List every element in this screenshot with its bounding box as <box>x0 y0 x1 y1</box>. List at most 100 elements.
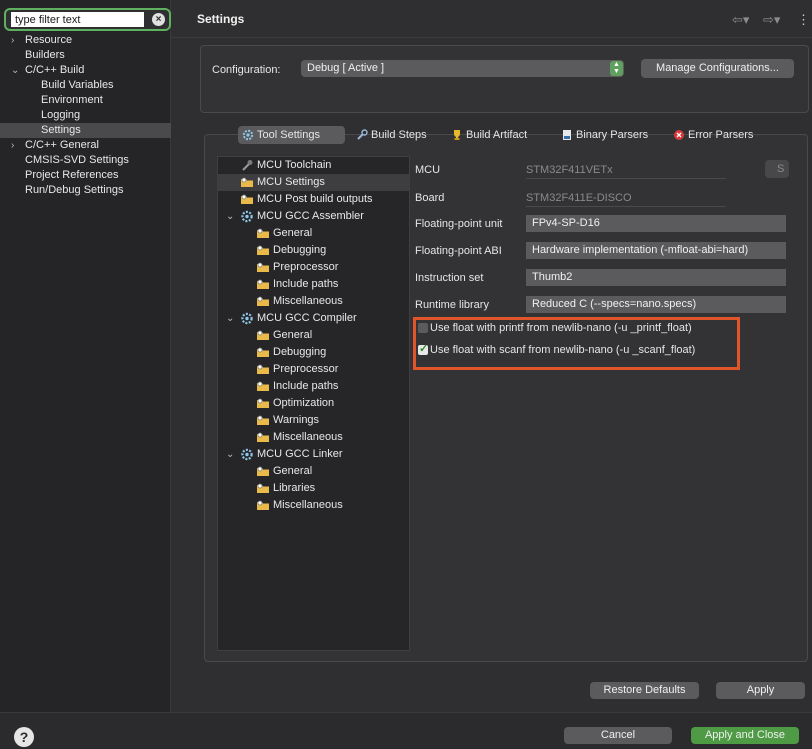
kebab-menu-icon[interactable]: ⋮ <box>797 12 810 28</box>
tree-item-debugging[interactable]: Debugging <box>218 344 409 361</box>
nav-item-label: C/C++ General <box>25 139 99 151</box>
tree-item-mcu-gcc-assembler[interactable]: ⌄ MCU GCC Assembler <box>218 208 409 225</box>
tree-item-label: Include paths <box>273 278 339 290</box>
tree-item-label: Optimization <box>273 397 335 409</box>
tree-item-label: Debugging <box>273 346 327 358</box>
tree-item-mcu-settings[interactable]: MCU Settings <box>218 174 409 191</box>
nav-item-project-references[interactable]: Project References <box>0 168 171 183</box>
printf-float-checkbox[interactable] <box>418 323 428 333</box>
tree-item-miscellaneous[interactable]: Miscellaneous <box>218 497 409 514</box>
manage-configurations-button[interactable]: Manage Configurations... <box>641 59 794 78</box>
nav-item-logging[interactable]: Logging <box>0 108 171 123</box>
scanf-float-label: Use float with scanf from newlib-nano (-… <box>430 344 696 356</box>
tree-item-mcu-toolchain[interactable]: MCU Toolchain <box>218 157 409 174</box>
folder-icon <box>257 262 269 272</box>
nav-item-label: Logging <box>41 109 81 121</box>
apply-button[interactable]: Apply <box>716 682 805 699</box>
nav-item-label: Builders <box>25 49 65 61</box>
tree-item-include-paths[interactable]: Include paths <box>218 276 409 293</box>
runtime-library-label: Runtime library <box>415 299 489 311</box>
fpu-select[interactable]: FPv4-SP-D16 <box>526 215 786 232</box>
filter-field: × <box>4 8 171 31</box>
chevron-right-icon[interactable]: › <box>11 33 21 48</box>
folder-icon <box>257 381 269 391</box>
tree-item-miscellaneous[interactable]: Miscellaneous <box>218 293 409 310</box>
tab-error-parsers[interactable]: Error Parsers <box>669 126 753 144</box>
tree-item-include-paths[interactable]: Include paths <box>218 378 409 395</box>
tree-item-general[interactable]: General <box>218 463 409 480</box>
nav-item-environment[interactable]: Environment <box>0 93 171 108</box>
nav-tree: › Resource Builders ⌄ C/C++ Build Build … <box>0 33 171 198</box>
error-icon <box>674 130 684 140</box>
binary-file-icon <box>563 130 571 140</box>
apply-and-close-button[interactable]: Apply and Close <box>691 727 799 744</box>
chevron-down-icon[interactable]: ⌄ <box>226 208 234 225</box>
mcu-select-button[interactable]: S <box>765 160 789 178</box>
restore-defaults-button[interactable]: Restore Defaults <box>590 682 699 699</box>
chevron-down-icon[interactable]: ⌄ <box>226 310 234 327</box>
instruction-set-select[interactable]: Thumb2 <box>526 269 786 286</box>
tab-label: Build Steps <box>371 129 427 141</box>
nav-item-run-debug-settings[interactable]: Run/Debug Settings <box>0 183 171 198</box>
tree-item-libraries[interactable]: Libraries <box>218 480 409 497</box>
tree-item-label: Debugging <box>273 244 327 256</box>
tree-item-warnings[interactable]: Warnings <box>218 412 409 429</box>
tree-item-optimization[interactable]: Optimization <box>218 395 409 412</box>
runtime-library-select[interactable]: Reduced C (--specs=nano.specs) <box>526 296 786 313</box>
nav-item-cpp-build[interactable]: ⌄ C/C++ Build <box>0 63 171 78</box>
nav-item-build-variables[interactable]: Build Variables <box>0 78 171 93</box>
tree-item-preprocessor[interactable]: Preprocessor <box>218 361 409 378</box>
clear-filter-icon[interactable]: × <box>152 13 165 26</box>
configuration-select[interactable]: Debug [ Active ] ▲ ▼ <box>301 60 624 77</box>
scanf-float-checkbox[interactable] <box>418 342 428 357</box>
gear-icon <box>241 210 253 223</box>
tree-item-label: General <box>273 227 313 239</box>
arrow-left-icon[interactable]: ⇦▾ <box>732 12 749 28</box>
tab-binary-parsers[interactable]: Binary Parsers <box>557 126 648 144</box>
tree-item-general[interactable]: General <box>218 225 409 242</box>
tree-item-label: General <box>273 329 313 341</box>
nav-item-cmsis-svd-settings[interactable]: CMSIS-SVD Settings <box>0 153 171 168</box>
tree-item-miscellaneous[interactable]: Miscellaneous <box>218 429 409 446</box>
tree-item-mcu-post-build-outputs[interactable]: MCU Post build outputs <box>218 191 409 208</box>
nav-item-resource[interactable]: › Resource <box>0 33 171 48</box>
tree-item-label: General <box>273 465 313 477</box>
gear-icon <box>242 129 254 141</box>
page-header: Settings ⇦▾ ⇨▾ ⋮ <box>171 0 812 38</box>
tab-tool-settings[interactable]: Tool Settings <box>238 126 345 144</box>
tab-build-artifact[interactable]: Build Artifact <box>447 126 527 144</box>
nav-item-label: CMSIS-SVD Settings <box>25 154 129 166</box>
trophy-icon <box>454 130 460 140</box>
folder-icon <box>241 177 253 187</box>
folder-icon <box>257 483 269 493</box>
tree-item-label: MCU GCC Compiler <box>257 312 357 324</box>
tree-item-debugging[interactable]: Debugging <box>218 242 409 259</box>
tree-item-label: Include paths <box>273 380 339 392</box>
folder-icon <box>257 415 269 425</box>
tree-item-label: MCU Toolchain <box>257 159 332 171</box>
arrow-right-icon[interactable]: ⇨▾ <box>763 12 780 28</box>
tree-item-mcu-gcc-compiler[interactable]: ⌄ MCU GCC Compiler <box>218 310 409 327</box>
printf-float-label: Use float with printf from newlib-nano (… <box>430 322 692 334</box>
tree-item-label: Preprocessor <box>273 363 339 375</box>
tree-item-preprocessor[interactable]: Preprocessor <box>218 259 409 276</box>
tree-item-general[interactable]: General <box>218 327 409 344</box>
chevron-right-icon[interactable]: › <box>11 138 21 153</box>
instruction-set-label: Instruction set <box>415 272 484 284</box>
cancel-button[interactable]: Cancel <box>564 727 672 744</box>
tree-item-mcu-gcc-linker[interactable]: ⌄ MCU GCC Linker <box>218 446 409 463</box>
nav-item-settings[interactable]: Settings <box>0 123 171 138</box>
help-icon[interactable]: ? <box>14 727 34 747</box>
nav-item-cpp-general[interactable]: › C/C++ General <box>0 138 171 153</box>
nav-item-label: Environment <box>41 94 103 106</box>
tab-build-steps[interactable]: Build Steps <box>352 126 427 144</box>
chevron-down-icon[interactable]: ⌄ <box>226 446 234 463</box>
filter-input[interactable] <box>11 12 144 27</box>
tab-label: Binary Parsers <box>576 129 649 141</box>
chevron-down-icon[interactable]: ⌄ <box>11 63 21 78</box>
board-value: STM32F411E-DISCO <box>526 192 726 207</box>
tree-item-label: Warnings <box>273 414 320 426</box>
nav-item-builders[interactable]: Builders <box>0 48 171 63</box>
fpabi-select[interactable]: Hardware implementation (-mfloat-abi=har… <box>526 242 786 259</box>
fpu-label: Floating-point unit <box>415 218 503 230</box>
